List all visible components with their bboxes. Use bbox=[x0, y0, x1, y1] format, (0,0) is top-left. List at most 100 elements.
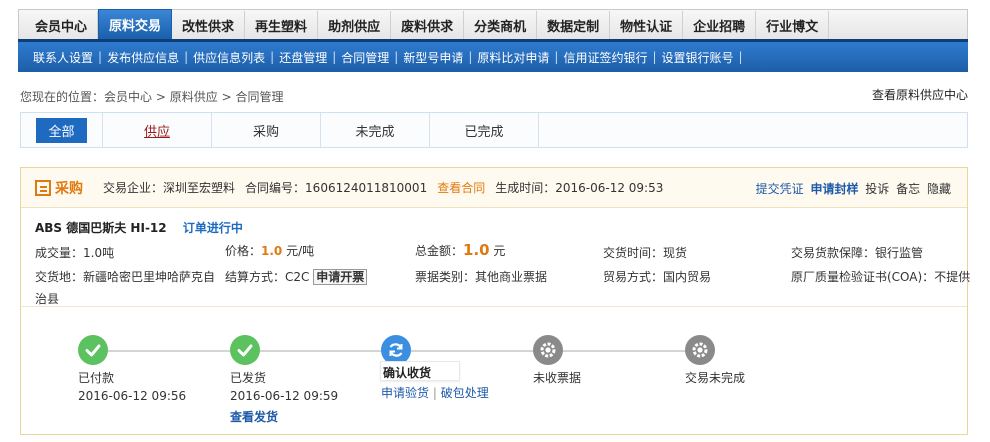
complain-link[interactable]: 投诉 bbox=[865, 182, 889, 196]
trade-cell: 贸易方式：国内贸易 bbox=[603, 268, 711, 285]
delivery-time-cell: 交货时间：现货 bbox=[603, 244, 687, 261]
step-paid-label: 已付款 bbox=[78, 371, 115, 385]
tab-category-opportunities[interactable]: 分类商机 bbox=[464, 11, 538, 39]
breadcrumb-prefix: 您现在的位置： bbox=[20, 90, 105, 104]
created-label: 生成时间： bbox=[495, 181, 556, 195]
step-invoice-label: 未收票据 bbox=[533, 371, 582, 385]
price-unit: 元/吨 bbox=[286, 244, 315, 258]
view-shipment-link[interactable]: 查看发货 bbox=[230, 408, 278, 425]
apply-inspection-link[interactable]: 申请验货 bbox=[381, 386, 429, 400]
sub-link-publish-supply[interactable]: 发布供应信息 bbox=[102, 49, 184, 66]
delivery-time-value: 现货 bbox=[663, 246, 688, 260]
breadcrumb-item[interactable]: 合同管理 bbox=[235, 90, 283, 104]
tab-additive-supply[interactable]: 助剂供应 bbox=[318, 11, 392, 39]
breadcrumb: 您现在的位置：会员中心 > 原料供应 > 合同管理 bbox=[20, 88, 284, 105]
contract-no-label: 合同编号： bbox=[245, 181, 306, 195]
total-label: 总金额： bbox=[415, 244, 464, 258]
apply-seal-sample-link[interactable]: 申请封样 bbox=[810, 182, 858, 196]
settle-label: 结算方式： bbox=[225, 270, 286, 284]
price-label: 价格： bbox=[225, 244, 262, 258]
delivery-place-cont: 治县 bbox=[35, 292, 60, 306]
memo-link[interactable]: 备忘 bbox=[896, 182, 920, 196]
breadcrumb-sep: > bbox=[221, 90, 232, 104]
bill-cell: 票据类别：其他商业票据 bbox=[415, 268, 547, 285]
qty-label: 成交量： bbox=[35, 246, 84, 260]
sub-link-contacts[interactable]: 联系人设置 bbox=[28, 49, 98, 66]
view-supply-center-link[interactable]: 查看原料供应中心 bbox=[872, 86, 968, 103]
price-cell: 价格：1.0 元/吨 bbox=[225, 242, 314, 259]
qty-value: 1.0吨 bbox=[83, 246, 115, 260]
sub-link-compare[interactable]: 原料比对申请 bbox=[472, 49, 554, 66]
refresh-icon bbox=[389, 343, 403, 357]
step-invoice-not-received bbox=[533, 335, 563, 365]
breadcrumb-sep: > bbox=[155, 90, 166, 104]
broken-package-link[interactable]: 破包处理 bbox=[441, 386, 489, 400]
tab-data-custom[interactable]: 数据定制 bbox=[537, 11, 611, 39]
step-trade-incomplete bbox=[685, 335, 715, 365]
guarantee-value: 银行监管 bbox=[875, 246, 924, 260]
tab-modified-supply[interactable]: 改性供求 bbox=[172, 11, 246, 39]
total-unit: 元 bbox=[493, 244, 506, 258]
product-line: ABS 德国巴斯夫 HI-12 订单进行中 bbox=[35, 219, 243, 236]
company-name: 深圳至宏塑料 bbox=[163, 181, 236, 195]
company-label: 交易企业： bbox=[103, 181, 164, 195]
view-contract-link[interactable]: 查看合同 bbox=[437, 179, 485, 196]
check-icon bbox=[85, 344, 101, 357]
trade-label: 贸易方式： bbox=[603, 270, 664, 284]
coa-cell: 原厂质量检验证书(COA)：不提供 bbox=[791, 268, 970, 285]
sub-link-lc-banks[interactable]: 信用证签约银行 bbox=[558, 49, 652, 66]
filter-tab-completed[interactable]: 已完成 bbox=[430, 113, 539, 147]
settle-value: C2C bbox=[285, 270, 310, 284]
sub-nav: 联系人设置 | 发布供应信息 | 供应信息列表 | 还盘管理 | 合同管理 | 新型号申请… bbox=[18, 39, 968, 72]
sub-link-new-model[interactable]: 新型号申请 bbox=[398, 49, 468, 66]
step-confirm-label: 确认收货 bbox=[383, 366, 432, 380]
created-time: 2016-06-12 09:53 bbox=[555, 180, 664, 195]
coa-value: 不提供 bbox=[934, 270, 971, 284]
contract-actions: 提交凭证 申请封样 投诉 备忘 隐藏 bbox=[753, 180, 951, 197]
purchase-icon bbox=[35, 179, 51, 196]
order-status: 订单进行中 bbox=[182, 221, 243, 235]
submit-proof-link[interactable]: 提交凭证 bbox=[756, 182, 804, 196]
filter-tab-all-label: 全部 bbox=[36, 117, 87, 143]
sub-link-bank-account[interactable]: 设置银行账号 bbox=[657, 49, 739, 66]
step-incomplete-label: 交易未完成 bbox=[685, 371, 746, 385]
total-cell: 总金额：1.0 元 bbox=[415, 241, 505, 259]
sub-link-contracts[interactable]: 合同管理 bbox=[336, 49, 394, 66]
sub-link-counter-offers[interactable]: 还盘管理 bbox=[274, 49, 332, 66]
contract-card: 采购 交易企业： 深圳至宏塑料 合同编号： 1606124011810001 查… bbox=[20, 167, 970, 435]
apply-invoice-button[interactable]: 申请开票 bbox=[313, 269, 368, 285]
filter-tab-all[interactable]: 全部 bbox=[21, 113, 103, 147]
tab-recruitment[interactable]: 企业招聘 bbox=[683, 11, 757, 39]
tab-property-cert[interactable]: 物性认证 bbox=[610, 11, 684, 39]
breadcrumb-item[interactable]: 会员中心 bbox=[104, 90, 152, 104]
step-paid bbox=[78, 335, 108, 365]
filter-tab-supply[interactable]: 供应 bbox=[103, 113, 212, 147]
gear-icon bbox=[692, 342, 708, 358]
hide-link[interactable]: 隐藏 bbox=[927, 182, 951, 196]
tab-recycled-plastic[interactable]: 再生塑料 bbox=[245, 11, 319, 39]
settle-cell: 结算方式：C2C 申请开票 bbox=[225, 268, 368, 285]
filter-tab-incomplete[interactable]: 未完成 bbox=[321, 113, 430, 147]
price-value: 1.0 bbox=[261, 244, 283, 258]
tab-member-center[interactable]: 会员中心 bbox=[25, 11, 99, 39]
step-shipped-time: 2016-06-12 09:59 bbox=[230, 389, 339, 403]
contract-no: 1606124011810001 bbox=[305, 180, 428, 195]
tab-waste-supply[interactable]: 废料供求 bbox=[391, 11, 465, 39]
delivery-place-label: 交货地： bbox=[35, 270, 84, 284]
delivery-time-label: 交货时间： bbox=[603, 246, 664, 260]
delivery-place-cell: 交货地：新疆哈密巴里坤哈萨克自 bbox=[35, 268, 215, 285]
tab-industry-blog[interactable]: 行业博文 bbox=[756, 11, 830, 39]
gear-icon bbox=[540, 342, 556, 358]
main-nav: 会员中心 原料交易 改性供求 再生塑料 助剂供应 废料供求 分类商机 数据定制 … bbox=[18, 9, 968, 39]
filter-tab-purchase[interactable]: 采购 bbox=[212, 113, 321, 147]
step-paid-time: 2016-06-12 09:56 bbox=[78, 389, 187, 403]
guarantee-label: 交易货款保障： bbox=[791, 246, 876, 260]
divider bbox=[21, 306, 967, 307]
breadcrumb-item[interactable]: 原料供应 bbox=[170, 90, 218, 104]
contract-header: 采购 交易企业： 深圳至宏塑料 合同编号： 1606124011810001 查… bbox=[21, 168, 967, 208]
step-confirm-links: 申请验货 | 破包处理 bbox=[381, 384, 489, 401]
tab-raw-material-trade[interactable]: 原料交易 bbox=[98, 9, 173, 39]
link-sep: | bbox=[432, 386, 437, 400]
sub-link-supply-list[interactable]: 供应信息列表 bbox=[188, 49, 270, 66]
qty-cell: 成交量：1.0吨 bbox=[35, 244, 114, 261]
